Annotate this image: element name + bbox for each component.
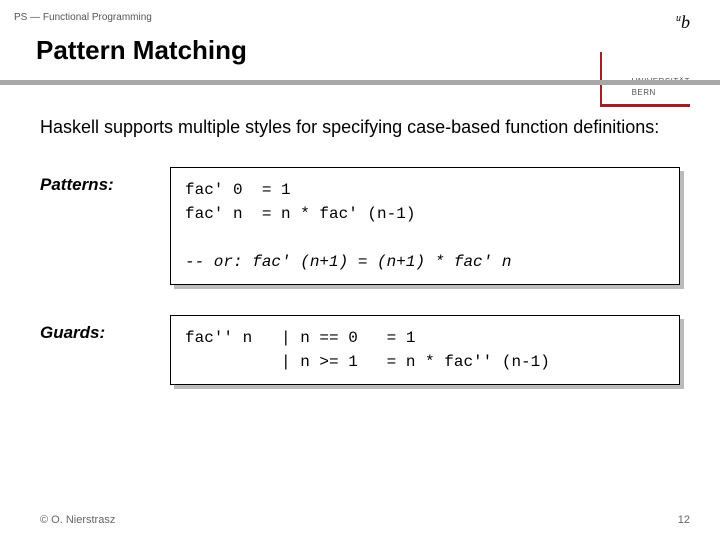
code-line: fac' n = n * fac' (n-1) xyxy=(185,205,415,223)
patterns-label: Patterns: xyxy=(40,167,170,195)
guards-row: Guards: fac'' n | n == 0 = 1 | n >= 1 = … xyxy=(40,315,680,385)
logo-symbol: ub xyxy=(600,12,690,33)
patterns-code-wrap: fac' 0 = 1 fac' n = n * fac' (n-1) -- or… xyxy=(170,167,680,285)
title-underline xyxy=(0,80,720,85)
page-number: 12 xyxy=(678,514,690,526)
code-line: fac'' n | n == 0 = 1 xyxy=(185,329,415,347)
patterns-code: fac' 0 = 1 fac' n = n * fac' (n-1) -- or… xyxy=(170,167,680,285)
intro-text: Haskell supports multiple styles for spe… xyxy=(40,115,680,139)
guards-code-wrap: fac'' n | n == 0 = 1 | n >= 1 = n * fac'… xyxy=(170,315,680,385)
logo-line2: BERN xyxy=(632,88,690,98)
guards-label: Guards: xyxy=(40,315,170,343)
copyright: © O. Nierstrasz xyxy=(40,514,115,526)
slide: PS — Functional Programming ub UNIVERSIT… xyxy=(0,0,720,540)
code-line: | n >= 1 = n * fac'' (n-1) xyxy=(185,353,550,371)
logo-main: b xyxy=(681,12,690,32)
footer: © O. Nierstrasz 12 xyxy=(40,514,690,526)
guards-code: fac'' n | n == 0 = 1 | n >= 1 = n * fac'… xyxy=(170,315,680,385)
code-line: fac' 0 = 1 xyxy=(185,181,291,199)
page-title: Pattern Matching xyxy=(0,31,720,80)
title-area: Pattern Matching xyxy=(0,31,720,85)
patterns-row: Patterns: fac' 0 = 1 fac' n = n * fac' (… xyxy=(40,167,680,285)
content-body: Haskell supports multiple styles for spe… xyxy=(0,85,720,385)
code-comment: -- or: fac' (n+1) = (n+1) * fac' n xyxy=(185,253,511,271)
